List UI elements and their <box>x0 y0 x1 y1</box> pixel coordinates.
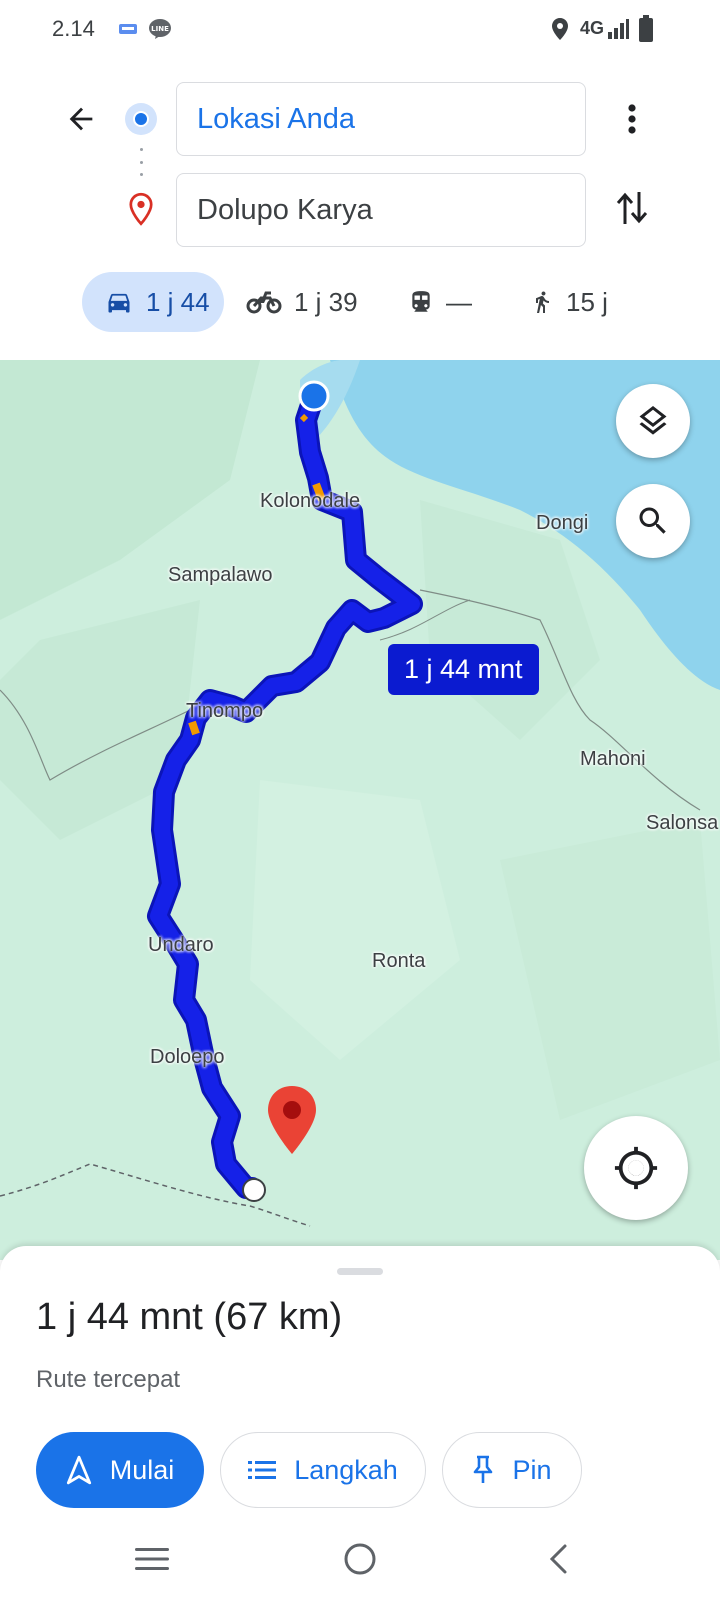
line-app-icon: LINE <box>148 18 172 45</box>
mode-tab-transit[interactable]: — <box>408 272 472 332</box>
place-label: Tinompo <box>186 700 264 722</box>
place-label: Undaro <box>148 934 214 956</box>
route-subtitle: Rute tercepat <box>36 1366 181 1393</box>
battery-icon <box>638 15 654 48</box>
menu-lines-icon <box>135 1548 169 1570</box>
my-location-button[interactable] <box>584 1116 688 1220</box>
mode-motorcycle-time: 1 j 39 <box>294 286 358 317</box>
place-label: Doloepo <box>150 1046 225 1068</box>
origin-field[interactable]: Lokasi Anda <box>176 82 586 156</box>
home-button[interactable] <box>330 1534 390 1584</box>
arrow-back-icon <box>69 107 93 131</box>
system-nav-bar <box>0 1520 720 1600</box>
walking-icon <box>536 291 549 313</box>
map-search-button[interactable] <box>616 484 690 558</box>
more-vert-icon <box>628 104 636 134</box>
mode-car-time: 1 j 44 <box>146 286 210 317</box>
origin-dot-icon <box>125 103 157 135</box>
search-icon <box>639 507 666 534</box>
pin-button-label: Pin <box>512 1454 552 1485</box>
mode-walk-time: 15 j <box>566 286 608 317</box>
start-button-label: Mulai <box>109 1454 175 1485</box>
system-back-button[interactable] <box>528 1534 588 1584</box>
swap-vert-icon <box>616 192 648 224</box>
map-view[interactable]: Kolonodale Dongi Sampalawo Tinompo Mahon… <box>0 360 720 1260</box>
train-icon <box>412 291 430 312</box>
mode-tab-motorcycle[interactable]: 1 j 39 <box>246 272 358 332</box>
svg-text:LINE: LINE <box>151 25 169 33</box>
place-label: Salonsa <box>646 812 719 834</box>
layers-icon <box>639 406 667 435</box>
route-summary: 1 j 44 mnt (67 km) <box>36 1296 343 1338</box>
destination-field[interactable]: Dolupo Karya <box>176 173 586 247</box>
status-time: 2.14 <box>52 16 95 41</box>
notification-app-icon <box>118 21 138 42</box>
back-button[interactable] <box>56 94 106 144</box>
signal-icon <box>606 18 630 45</box>
car-icon <box>108 293 130 313</box>
mode-tab-walk[interactable]: 15 j <box>530 272 608 332</box>
destination-pin-icon <box>127 192 155 231</box>
network-type: 4G <box>580 18 605 38</box>
steps-button[interactable]: Langkah <box>220 1432 426 1508</box>
mode-transit-time: — <box>446 286 472 317</box>
start-button[interactable]: Mulai <box>36 1432 204 1508</box>
recent-apps-button[interactable] <box>122 1534 182 1584</box>
push-pin-icon <box>474 1455 493 1483</box>
home-circle-icon <box>344 1543 376 1575</box>
status-bar: 2.14 LINE 4G <box>0 0 720 60</box>
sheet-drag-handle[interactable] <box>337 1268 383 1275</box>
swap-button[interactable] <box>606 182 658 234</box>
route-time-label[interactable]: 1 j 44 mnt <box>388 644 539 695</box>
place-label: Kolonodale <box>260 490 361 512</box>
place-label: Ronta <box>372 950 426 972</box>
motorcycle-icon <box>246 291 282 314</box>
more-options-button[interactable] <box>610 94 654 144</box>
chevron-left-icon <box>549 1544 567 1574</box>
steps-button-label: Langkah <box>294 1454 398 1485</box>
pin-button[interactable]: Pin <box>442 1432 582 1508</box>
my-location-icon <box>614 1146 658 1190</box>
list-icon <box>248 1461 277 1479</box>
navigation-arrow-icon <box>66 1455 91 1485</box>
place-label: Dongi <box>536 512 589 534</box>
mode-tab-car[interactable]: 1 j 44 <box>82 272 224 332</box>
place-label: Sampalawo <box>168 564 273 586</box>
layers-button[interactable] <box>616 384 690 458</box>
location-icon <box>550 17 570 46</box>
place-label: Mahoni <box>580 748 646 770</box>
route-connector <box>140 148 143 176</box>
